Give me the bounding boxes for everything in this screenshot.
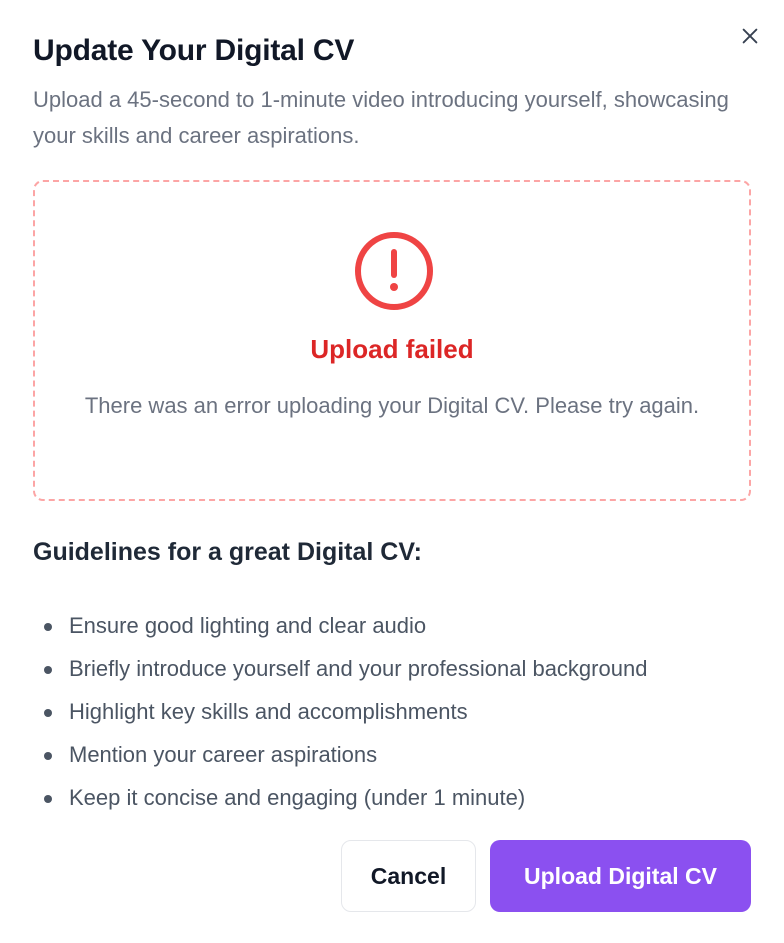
dialog-subtitle: Upload a 45-second to 1-minute video int…	[33, 87, 729, 148]
list-item: Highlight key skills and accomplishments	[44, 690, 764, 733]
guidelines-list: Ensure good lighting and clear audio Bri…	[44, 604, 764, 819]
list-item: Mention your career aspirations	[44, 733, 764, 776]
close-button[interactable]	[734, 20, 766, 52]
guidelines-title: Guidelines for a great Digital CV:	[33, 538, 422, 566]
dialog-title: Update Your Digital CV	[33, 34, 355, 67]
close-icon	[742, 28, 758, 44]
alert-circle-icon	[355, 232, 433, 310]
list-item: Briefly introduce yourself and your prof…	[44, 647, 764, 690]
upload-digital-cv-button[interactable]: Upload Digital CV	[490, 840, 751, 912]
upload-status-message: There was an error uploading your Digita…	[84, 393, 700, 418]
upload-dropzone[interactable]: Upload failed There was an error uploadi…	[33, 180, 751, 501]
upload-status-title: Upload failed	[310, 334, 474, 364]
list-item: Keep it concise and engaging (under 1 mi…	[44, 776, 764, 819]
cancel-button[interactable]: Cancel	[341, 840, 476, 912]
list-item: Ensure good lighting and clear audio	[44, 604, 764, 647]
update-digital-cv-dialog: Update Your Digital CV Upload a 45-secon…	[0, 0, 784, 943]
